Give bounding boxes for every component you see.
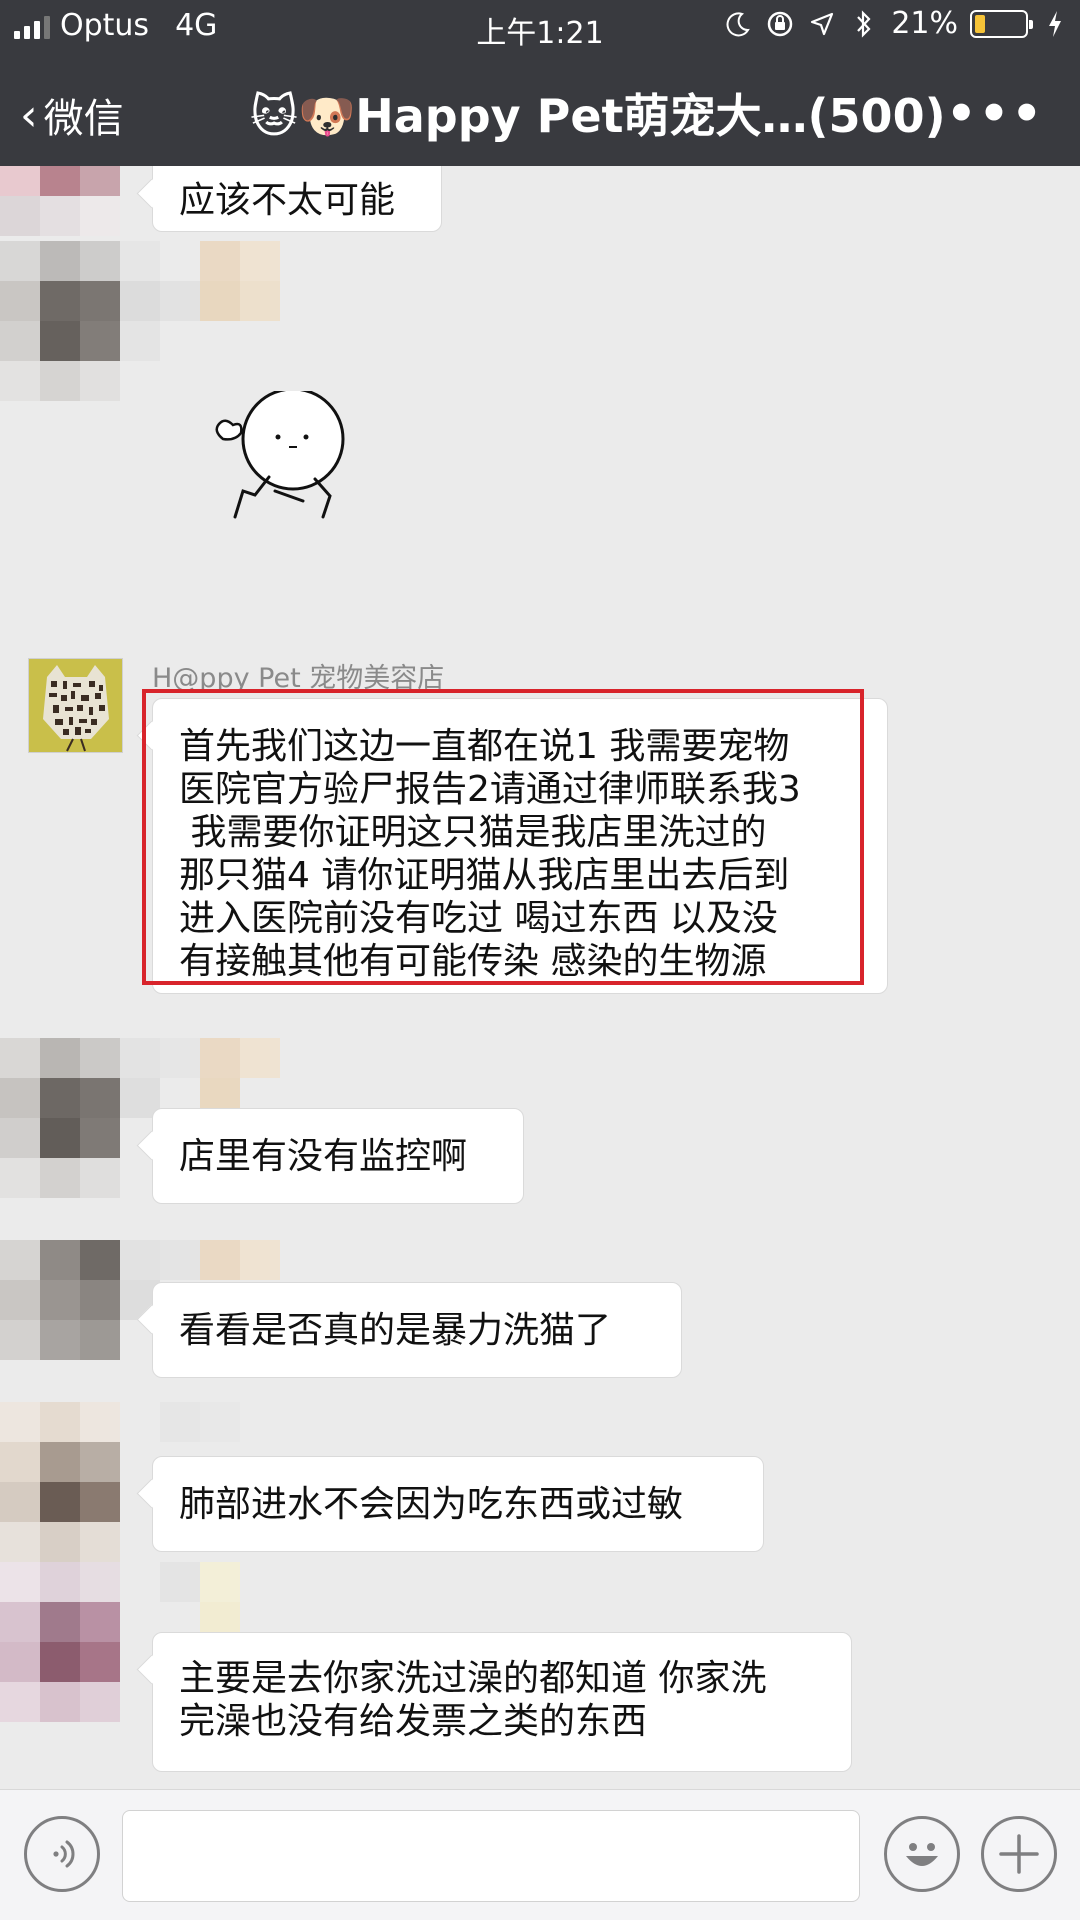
orientation-lock-icon bbox=[765, 8, 795, 40]
message-line: 完澡也没有给发票之类的东西 bbox=[179, 1701, 648, 1742]
message-bubble[interactable]: 看看是否真的是暴力洗猫了 bbox=[152, 1282, 682, 1378]
back-button[interactable]: ‹ 微信 bbox=[20, 86, 124, 144]
message-bubble[interactable]: 肺部进水不会因为吃东西或过敏 bbox=[152, 1456, 764, 1552]
emoji-icon[interactable] bbox=[884, 1816, 960, 1892]
nav-bar: ‹ 微信 🐱🐶Happy Pet萌宠大…(500) ••• bbox=[0, 56, 1080, 166]
status-bar: Optus 4G 上午1:21 21% bbox=[0, 0, 1080, 56]
chat-area[interactable]: 应该不太可能 H@ppy Pet 宠物美容店 首先我们这边一直都在说1 我需要宠… bbox=[0, 166, 1080, 1789]
location-arrow-icon bbox=[807, 8, 837, 40]
sticker-image[interactable] bbox=[205, 387, 355, 531]
message-line: 主要是去你家洗过澡的都知道 你家洗 bbox=[179, 1658, 767, 1699]
header: Optus 4G 上午1:21 21% ‹ 微信 🐱🐶Happy Pet萌宠大…… bbox=[0, 0, 1080, 166]
battery-percent: 21% bbox=[891, 6, 958, 41]
message-bubble[interactable]: 应该不太可能 bbox=[152, 166, 442, 232]
red-highlight-box bbox=[142, 689, 864, 985]
back-label: 微信 bbox=[43, 96, 124, 142]
status-right: 21% bbox=[723, 6, 1070, 41]
plus-icon[interactable] bbox=[981, 1816, 1057, 1892]
voice-icon[interactable] bbox=[24, 1816, 100, 1892]
charging-bolt-icon bbox=[1040, 8, 1070, 40]
battery-icon bbox=[970, 9, 1033, 38]
message-text: 应该不太可能 bbox=[179, 180, 396, 221]
bluetooth-icon bbox=[849, 8, 879, 40]
avatar-happy-pet-shop[interactable] bbox=[28, 658, 123, 753]
more-dots-icon[interactable]: ••• bbox=[946, 86, 1044, 142]
input-bar bbox=[0, 1789, 1080, 1920]
message-text: 店里有没有监控啊 bbox=[179, 1136, 468, 1177]
message-bubble[interactable]: 店里有没有监控啊 bbox=[152, 1108, 524, 1204]
message-text: 肺部进水不会因为吃东西或过敏 bbox=[179, 1484, 684, 1525]
chat-title: 🐱🐶Happy Pet萌宠大…(500) bbox=[250, 89, 946, 143]
chevron-left-icon: ‹ bbox=[20, 89, 38, 141]
message-input[interactable] bbox=[122, 1810, 860, 1902]
message-text: 看看是否真的是暴力洗猫了 bbox=[179, 1310, 612, 1351]
message-bubble[interactable]: 主要是去你家洗过澡的都知道 你家洗 完澡也没有给发票之类的东西 bbox=[152, 1632, 852, 1772]
do-not-disturb-moon-icon bbox=[723, 8, 753, 40]
